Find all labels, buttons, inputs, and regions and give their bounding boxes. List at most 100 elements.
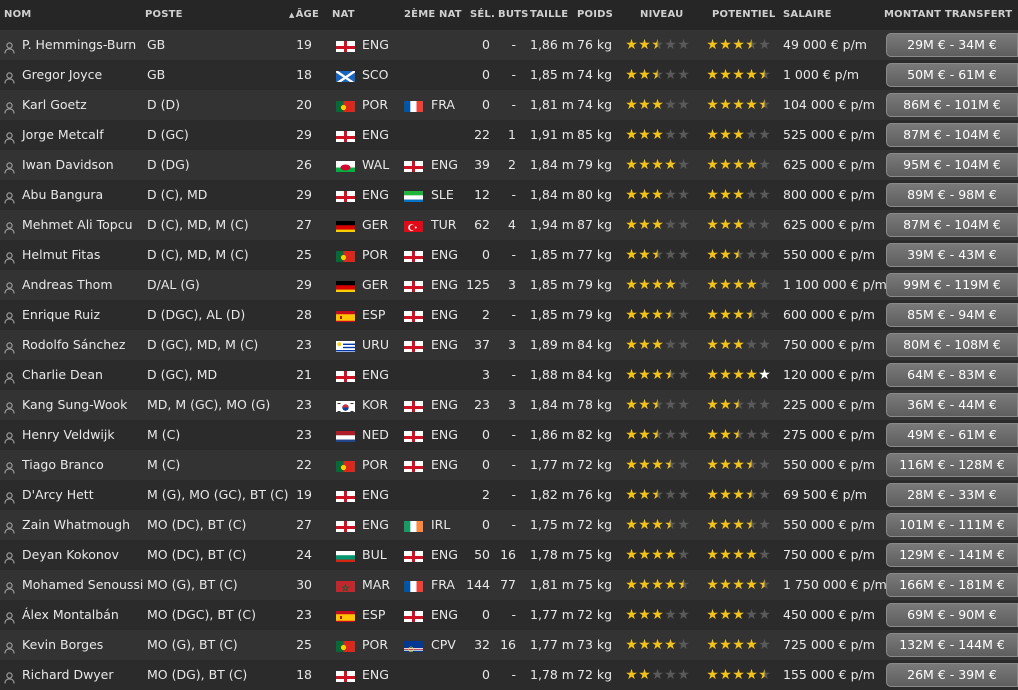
player-name[interactable]: Zain Whatmough [22, 510, 130, 540]
transfer-value-badge[interactable]: 39M € - 43M € [886, 243, 1018, 267]
table-row[interactable]: Álex Montalbán MO (DGC), BT (C) 23 ESP ENG 0 -… [0, 600, 1018, 630]
transfer-value-badge[interactable]: 95M € - 104M € [886, 153, 1018, 177]
player-name[interactable]: Kang Sung-Wook [22, 390, 127, 420]
player-nationality[interactable]: POR [362, 240, 388, 270]
transfer-value-badge[interactable]: 29M € - 34M € [886, 33, 1018, 57]
player-name[interactable]: Gregor Joyce [22, 60, 102, 90]
table-row[interactable]: Charlie Dean D (GC), MD 21 ENG 3 -1,88 m 84 kg… [0, 360, 1018, 390]
table-row[interactable]: Abu Bangura D (C), MD 29 ENG SLE 12 -1,84 m 80 … [0, 180, 1018, 210]
player-nationality[interactable]: POR [362, 90, 388, 120]
player-nationality[interactable]: ENG [362, 180, 389, 210]
transfer-value-badge[interactable]: 116M € - 128M € [886, 453, 1018, 477]
player-second-nationality[interactable]: ENG [431, 240, 458, 270]
transfer-value-badge[interactable]: 49M € - 61M € [886, 423, 1018, 447]
player-second-nationality[interactable]: ENG [431, 330, 458, 360]
player-nationality[interactable]: WAL [362, 150, 389, 180]
table-row[interactable]: Gregor Joyce GB 18 SCO 0-1,85 m 74 kg ★ ★ ★ ★ ★ ★ ★ ★… [0, 60, 1018, 90]
player-name[interactable]: Iwan Davidson [22, 150, 114, 180]
table-row[interactable]: Richard Dwyer MO (DG), BT (C) 18 ENG 0 -1,78 … [0, 660, 1018, 690]
player-nationality[interactable]: NED [362, 420, 389, 450]
col-header-age[interactable]: ▲ÂGE [289, 9, 319, 20]
table-row[interactable]: Enrique Ruiz D (DGC), AL (D) 28 ESP ENG 2 -1,8… [0, 300, 1018, 330]
col-header-montant[interactable]: MONTANT TRANSFERT [884, 9, 1012, 20]
player-name[interactable]: Henry Veldwijk [22, 420, 115, 450]
transfer-value-badge[interactable]: 85M € - 94M € [886, 303, 1018, 327]
player-second-nationality[interactable]: TUR [431, 210, 456, 240]
table-row[interactable]: Kang Sung-Wook MD, M (GC), MO (G) 23 KOR ENG… [0, 390, 1018, 420]
player-second-nationality[interactable]: ENG [431, 600, 458, 630]
col-header-buts[interactable]: BUTS [498, 9, 529, 20]
player-nationality[interactable]: ENG [362, 660, 389, 690]
player-name[interactable]: Mohamed Senoussi [22, 570, 143, 600]
transfer-value-badge[interactable]: 86M € - 101M € [886, 93, 1018, 117]
player-nationality[interactable]: GER [362, 270, 388, 300]
table-row[interactable]: Henry Veldwijk M (C) 23 NED ENG 0 -1,86 m 82 kg… [0, 420, 1018, 450]
col-header-nom[interactable]: NOM [4, 9, 31, 20]
player-nationality[interactable]: URU [362, 330, 389, 360]
table-row[interactable]: Deyan Kokonov MO (DC), BT (C) 24 BUL ENG 50 16… [0, 540, 1018, 570]
table-row[interactable]: Jorge Metcalf D (GC) 29 ENG 22 1 1,91 m 85 kg ★ ★… [0, 120, 1018, 150]
player-name[interactable]: Karl Goetz [22, 90, 87, 120]
transfer-value-badge[interactable]: 69M € - 90M € [886, 603, 1018, 627]
table-row[interactable]: Mohamed Senoussi MO (G), BT (C) 30 MAR FRA 14… [0, 570, 1018, 600]
transfer-value-badge[interactable]: 80M € - 108M € [886, 333, 1018, 357]
player-name[interactable]: Deyan Kokonov [22, 540, 119, 570]
transfer-value-badge[interactable]: 64M € - 83M € [886, 363, 1018, 387]
table-row[interactable]: Tiago Branco M (C) 22 POR ENG 0-1,77 m 72 kg ★ ★… [0, 450, 1018, 480]
player-name[interactable]: D'Arcy Hett [22, 480, 94, 510]
player-name[interactable]: Enrique Ruiz [22, 300, 100, 330]
player-nationality[interactable]: KOR [362, 390, 388, 420]
table-row[interactable]: Mehmet Ali Topcu D (C), MD, M (C) 27 GER TUR… [0, 210, 1018, 240]
table-row[interactable]: P. Hemmings-Burn GB 19 ENG 0-1,86 m 76 kg ★ ★ ★ ★… [0, 30, 1018, 60]
player-nationality[interactable]: ENG [362, 30, 389, 60]
transfer-value-badge[interactable]: 26M € - 39M € [886, 663, 1018, 687]
player-second-nationality[interactable]: FRA [431, 570, 455, 600]
player-nationality[interactable]: ENG [362, 510, 389, 540]
player-second-nationality[interactable]: SLE [431, 180, 454, 210]
player-second-nationality[interactable]: CPV [431, 630, 456, 660]
player-second-nationality[interactable]: ENG [431, 420, 458, 450]
player-nationality[interactable]: GER [362, 210, 388, 240]
col-header-niveau[interactable]: NIVEAU [640, 9, 683, 20]
player-second-nationality[interactable]: ENG [431, 390, 458, 420]
table-row[interactable]: Rodolfo Sánchez D (GC), MD, M (C) 23 URU ENG… [0, 330, 1018, 360]
player-second-nationality[interactable]: ENG [431, 450, 458, 480]
player-nationality[interactable]: POR [362, 630, 388, 660]
table-row[interactable]: Helmut Fitas D (C), MD, M (C) 25 POR ENG 0 -1,… [0, 240, 1018, 270]
transfer-value-badge[interactable]: 166M € - 181M € [886, 573, 1018, 597]
table-row[interactable]: Iwan Davidson D (DG) 26 WAL ENG 39 2 1,84 m 79 k… [0, 150, 1018, 180]
player-name[interactable]: Rodolfo Sánchez [22, 330, 125, 360]
player-name[interactable]: Richard Dwyer [22, 660, 114, 690]
player-nationality[interactable]: POR [362, 450, 388, 480]
transfer-value-badge[interactable]: 87M € - 104M € [886, 213, 1018, 237]
transfer-value-badge[interactable]: 89M € - 98M € [886, 183, 1018, 207]
table-row[interactable]: Kevin Borges MO (G), BT (C) 25 POR CPV 32 16 1,… [0, 630, 1018, 660]
col-header-nat[interactable]: NAT [332, 9, 355, 20]
transfer-value-badge[interactable]: 99M € - 119M € [886, 273, 1018, 297]
player-name[interactable]: Kevin Borges [22, 630, 103, 660]
player-nationality[interactable]: ESP [362, 600, 385, 630]
table-row[interactable]: D'Arcy Hett M (G), MO (GC), BT (C) 19 ENG 2 -… [0, 480, 1018, 510]
player-nationality[interactable]: ENG [362, 360, 389, 390]
transfer-value-badge[interactable]: 132M € - 144M € [886, 633, 1018, 657]
player-name[interactable]: Abu Bangura [22, 180, 103, 210]
player-name[interactable]: Charlie Dean [22, 360, 103, 390]
table-row[interactable]: Zain Whatmough MO (DC), BT (C) 27 ENG IRL 0-1… [0, 510, 1018, 540]
player-nationality[interactable]: BUL [362, 540, 387, 570]
player-name[interactable]: Tiago Branco [22, 450, 104, 480]
player-second-nationality[interactable]: ENG [431, 270, 458, 300]
player-name[interactable]: Jorge Metcalf [22, 120, 104, 150]
col-header-potentiel[interactable]: POTENTIEL [712, 9, 775, 20]
player-nationality[interactable]: ESP [362, 300, 385, 330]
player-second-nationality[interactable]: IRL [431, 510, 450, 540]
player-name[interactable]: Helmut Fitas [22, 240, 100, 270]
table-row[interactable]: Karl Goetz D (D) 20 POR FRA 0-1,81 m 74 kg ★ ★ ★ ★… [0, 90, 1018, 120]
col-header-nat2[interactable]: 2ÈME NAT [404, 9, 462, 20]
col-header-salaire[interactable]: SALAIRE [783, 9, 832, 20]
player-second-nationality[interactable]: FRA [431, 90, 455, 120]
col-header-taille[interactable]: TAILLE [530, 9, 568, 20]
transfer-value-badge[interactable]: 101M € - 111M € [886, 513, 1018, 537]
transfer-value-badge[interactable]: 129M € - 141M € [886, 543, 1018, 567]
player-nationality[interactable]: SCO [362, 60, 389, 90]
player-name[interactable]: P. Hemmings-Burn [22, 30, 136, 60]
